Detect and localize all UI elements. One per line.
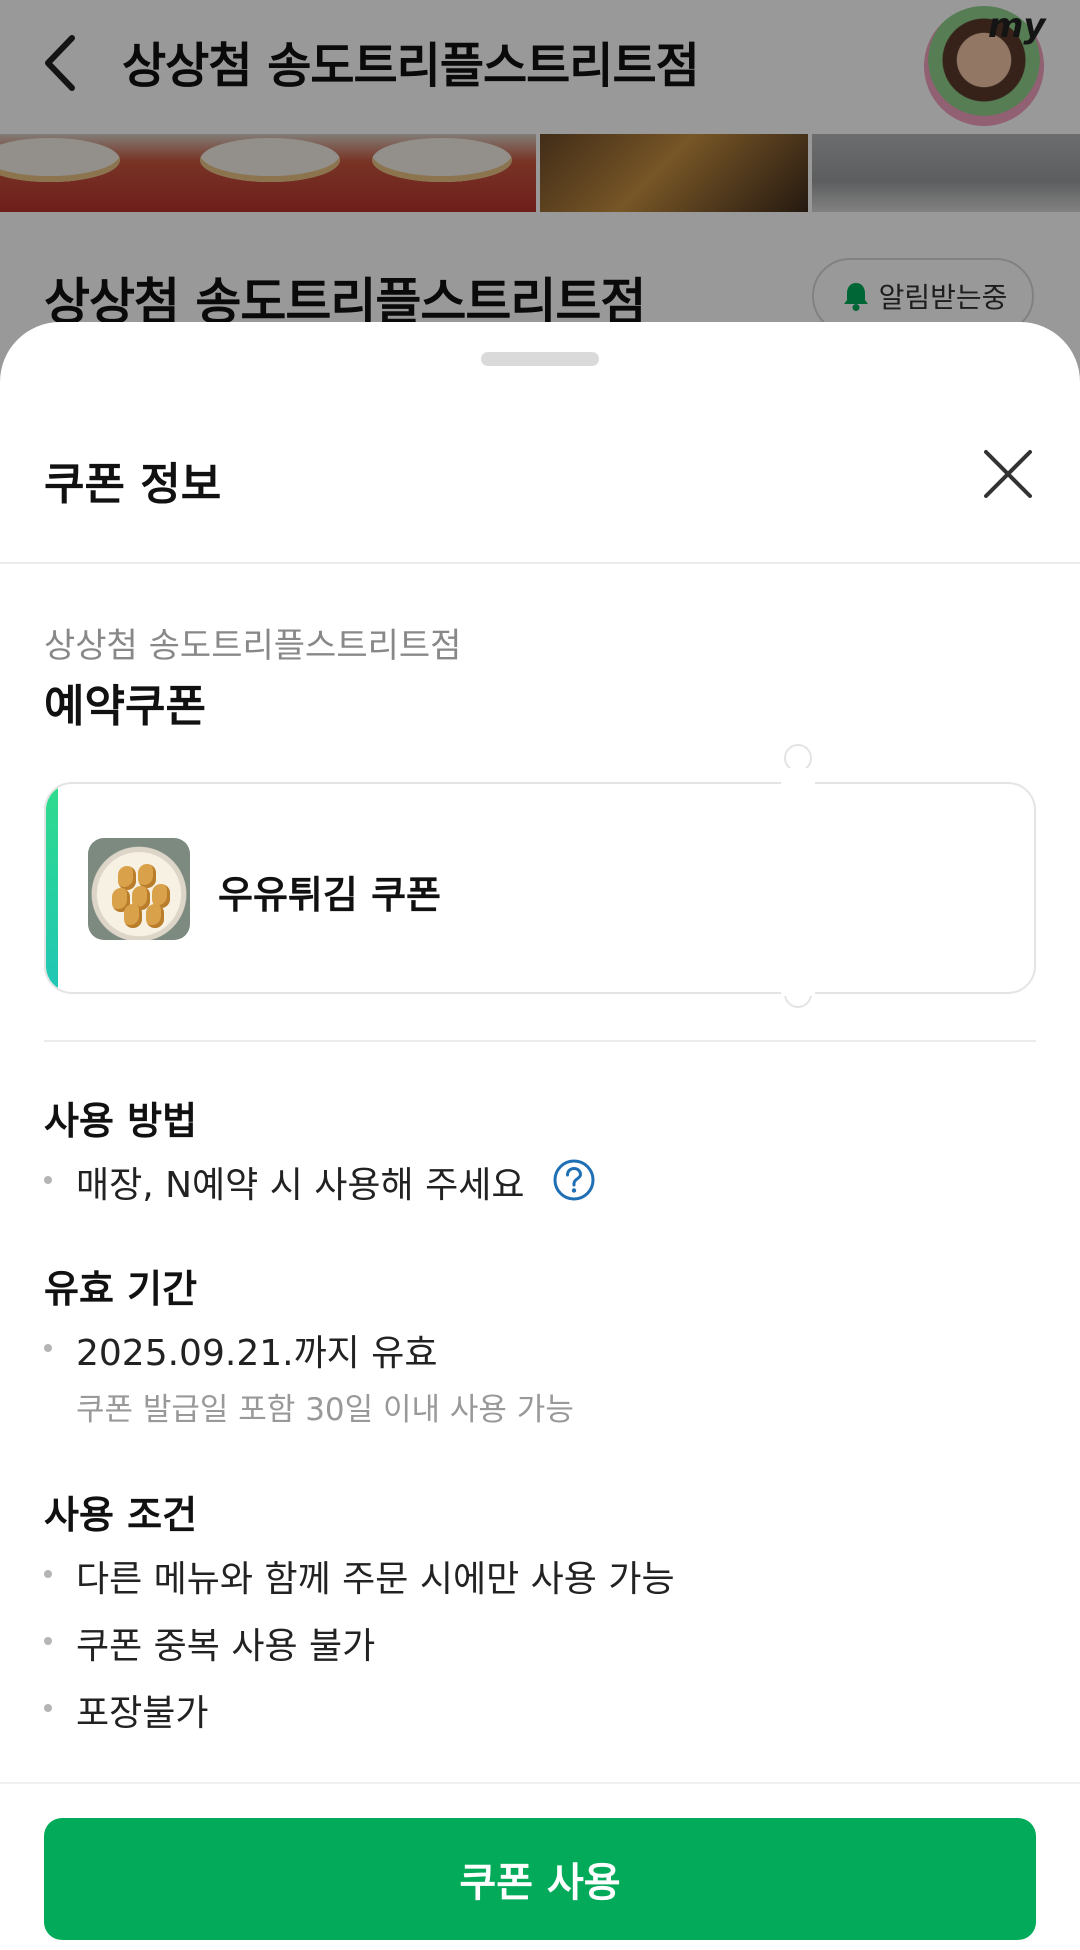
bullet: [44, 1176, 52, 1184]
coupon-name: 우유튀김 쿠폰: [218, 873, 441, 917]
condition-item: 포장불가: [76, 1693, 209, 1734]
validity-section-title: 유효 기간: [44, 1267, 198, 1311]
validity-note: 쿠폰 발급일 포함 30일 이내 사용 가능: [76, 1392, 574, 1428]
coupon-type: 예약쿠폰: [44, 681, 206, 732]
coupon-info-sheet: 쿠폰 정보 상상첨 송도트리플스트리트점 예약쿠폰 우유튀김 쿠폰 사용 방법 …: [0, 322, 1080, 1950]
usage-item: 매장, N예약 시 사용해 주세요: [76, 1165, 525, 1206]
condition-item: 쿠폰 중복 사용 불가: [76, 1626, 376, 1667]
usage-section-title: 사용 방법: [44, 1099, 198, 1143]
bullet: [44, 1344, 52, 1352]
validity-item: 2025.09.21.까지 유효: [76, 1333, 438, 1374]
bullet: [44, 1570, 52, 1578]
coupon-thumbnail: [88, 838, 190, 940]
use-coupon-button-label: 쿠폰 사용: [459, 1860, 621, 1906]
use-coupon-button[interactable]: 쿠폰 사용: [44, 1818, 1036, 1940]
divider: [44, 1040, 1036, 1042]
bullet: [44, 1637, 52, 1645]
bullet: [44, 1704, 52, 1712]
sheet-title: 쿠폰 정보: [44, 459, 222, 510]
conditions-section-title: 사용 조건: [44, 1493, 198, 1537]
divider: [0, 562, 1080, 564]
help-question-icon[interactable]: [552, 1158, 596, 1202]
close-icon: [984, 450, 1032, 498]
close-button[interactable]: [976, 442, 1040, 506]
coupon-card: 우유튀김 쿠폰: [44, 782, 1036, 994]
coupon-accent-bar: [46, 784, 58, 992]
coupon-store-name: 상상첨 송도트리플스트리트점: [44, 626, 462, 666]
condition-item: 다른 메뉴와 함께 주문 시에만 사용 가능: [76, 1559, 675, 1600]
drag-handle[interactable]: [481, 352, 599, 366]
divider: [0, 1782, 1080, 1784]
